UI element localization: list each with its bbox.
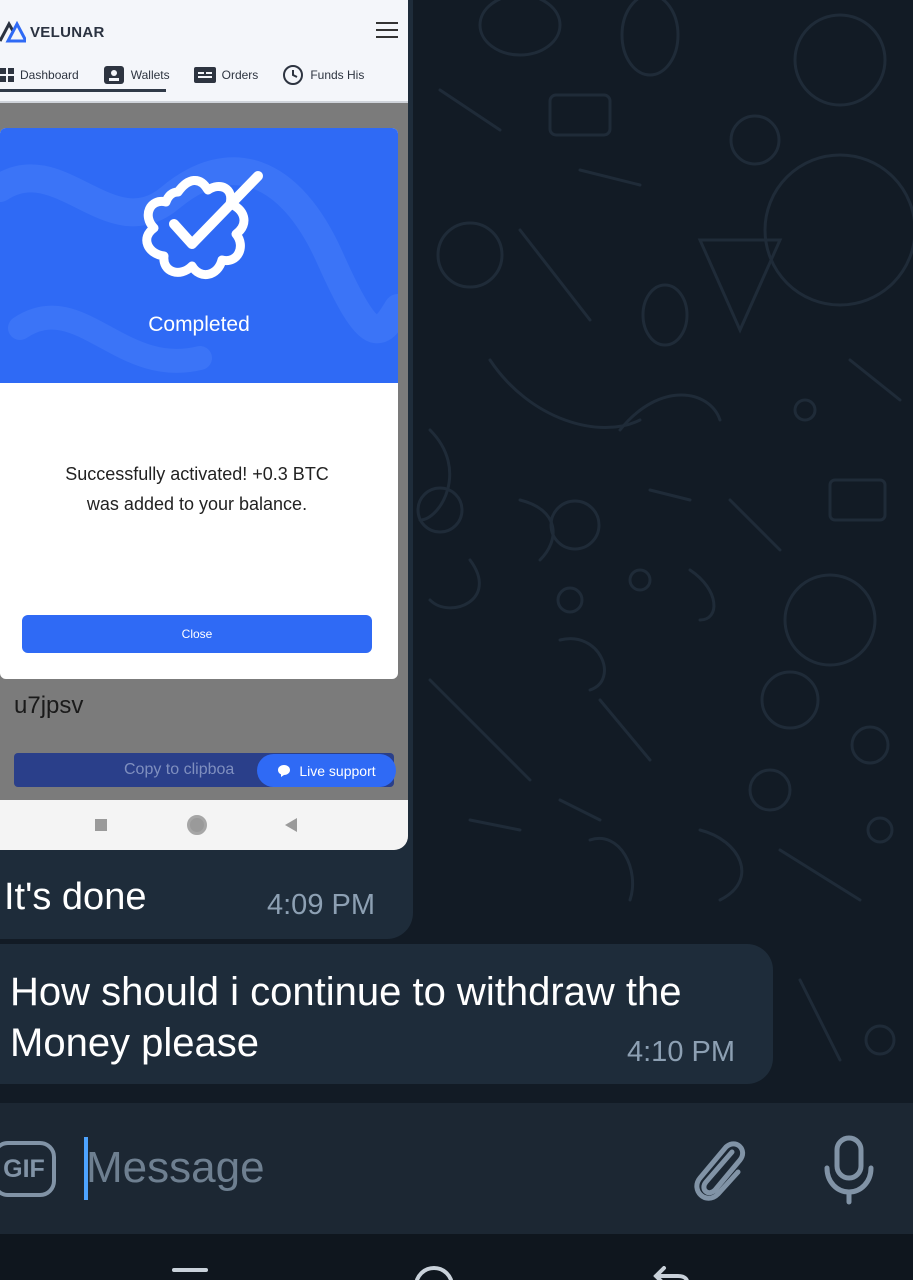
nav-label-funds-history: Funds His bbox=[310, 68, 365, 82]
nav-item-funds-history[interactable]: Funds His bbox=[282, 64, 364, 86]
home-icon[interactable] bbox=[187, 815, 207, 835]
nav-label-dashboard: Dashboard bbox=[20, 68, 79, 82]
back-icon[interactable] bbox=[652, 1266, 692, 1280]
recents-icon[interactable] bbox=[95, 819, 107, 831]
brand-logo: VELUNAR bbox=[0, 20, 105, 44]
nav-label-wallets: Wallets bbox=[130, 68, 170, 82]
menu-icon[interactable] bbox=[376, 22, 398, 40]
live-support-button[interactable]: Live support bbox=[257, 754, 396, 787]
back-icon[interactable] bbox=[285, 818, 297, 832]
message-timestamp: 4:10 PM bbox=[627, 1036, 735, 1068]
nav-label-orders: Orders bbox=[221, 68, 259, 82]
modal-header: Completed bbox=[0, 128, 398, 383]
live-support-label: Live support bbox=[299, 762, 376, 779]
top-nav: Dashboard Wallets Orders Funds His bbox=[0, 64, 388, 86]
brand-name: VELUNAR bbox=[30, 23, 105, 41]
close-button[interactable]: Close bbox=[22, 615, 372, 653]
activation-code: u7jpsv bbox=[14, 692, 84, 719]
nav-item-wallets[interactable]: Wallets bbox=[103, 65, 170, 85]
nav-item-orders[interactable]: Orders bbox=[193, 67, 259, 83]
microphone-icon[interactable] bbox=[820, 1134, 878, 1206]
brand-logo-icon bbox=[0, 21, 26, 43]
history-icon bbox=[283, 65, 304, 85]
verified-badge-icon bbox=[142, 171, 263, 279]
active-tab-indicator bbox=[0, 89, 166, 92]
success-modal: Completed Successfully activated! +0.3 B… bbox=[0, 128, 398, 679]
message-timestamp: 4:09 PM bbox=[267, 889, 375, 921]
app-header: VELUNAR Dashboard Wallets Orders Funds H… bbox=[0, 0, 408, 103]
message-text: It's done bbox=[4, 876, 147, 918]
wallet-icon bbox=[103, 66, 124, 84]
attached-screenshot[interactable]: VELUNAR Dashboard Wallets Orders Funds H… bbox=[0, 0, 408, 850]
chat-bubble-icon bbox=[278, 764, 291, 777]
message-input[interactable] bbox=[86, 1140, 606, 1196]
dashboard-icon bbox=[0, 68, 14, 82]
nav-item-dashboard[interactable]: Dashboard bbox=[0, 68, 79, 82]
orders-icon bbox=[193, 67, 216, 83]
gif-button[interactable]: GIF bbox=[0, 1141, 56, 1197]
recents-icon[interactable] bbox=[172, 1268, 208, 1272]
system-navigation-bar bbox=[0, 1234, 913, 1280]
modal-title: Completed bbox=[148, 313, 250, 336]
paperclip-icon[interactable] bbox=[688, 1134, 752, 1204]
modal-message: Successfully activated! +0.3 BTC was add… bbox=[65, 464, 329, 514]
android-navigation-bar bbox=[0, 800, 408, 850]
